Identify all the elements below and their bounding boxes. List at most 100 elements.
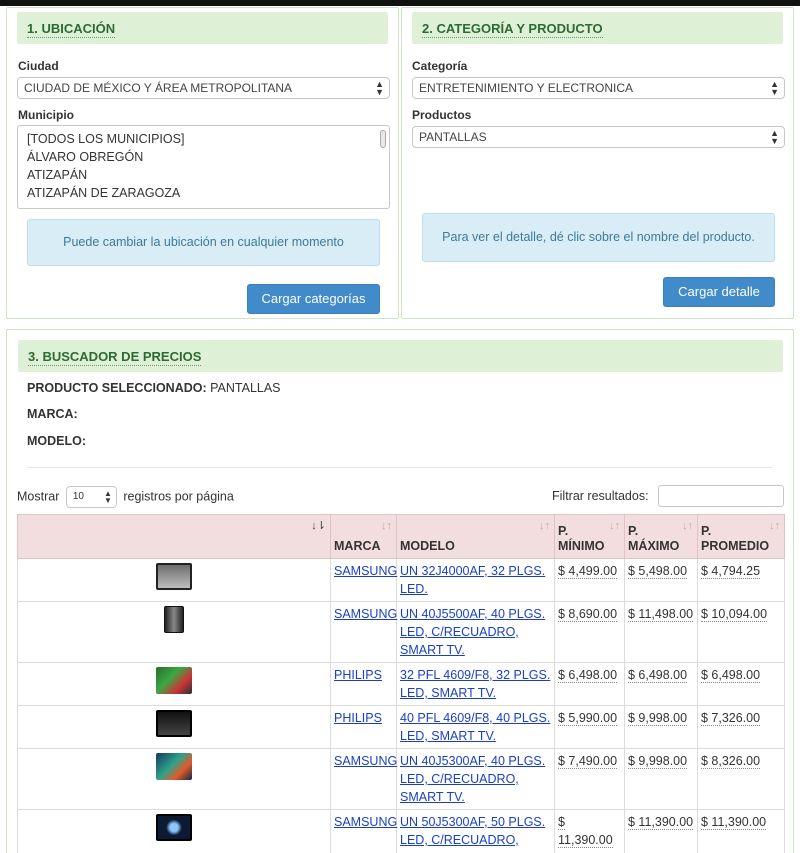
min-price: $ 4,499.00 — [558, 564, 618, 579]
select-arrows-icon: ▲ ▼ — [770, 79, 779, 97]
marca-link[interactable]: SAMSUNG — [334, 607, 397, 621]
column-header-prom[interactable]: ↓↑ P. PROMEDIO — [697, 514, 785, 559]
page-length-control: Mostrar 10 ▲ ▼ registros por página — [17, 486, 234, 508]
municipio-option[interactable]: ÁLVARO OBREGÓN — [18, 148, 389, 166]
sort-icon: ↓↑ — [609, 520, 620, 532]
marca-link[interactable]: SAMSUNG — [334, 754, 397, 768]
max-price-cell: $ 5,498.00 — [624, 558, 698, 602]
mostrar-label: Mostrar — [17, 489, 60, 504]
ciudad-label: Ciudad — [18, 59, 59, 73]
marca-link[interactable]: PHILIPS — [334, 711, 382, 725]
municipio-option[interactable]: ATIZAPÁN DE ZARAGOZA — [18, 184, 389, 202]
productos-label: Productos — [412, 108, 472, 122]
select-arrows-icon: ▲ ▼ — [103, 489, 112, 505]
ciudad-select[interactable]: CIUDAD DE MÉXICO Y ÁREA METROPOLITANA ▲ ▼ — [17, 77, 390, 99]
producto-seleccionado: PRODUCTO SELECCIONADO: PANTALLAS — [27, 381, 281, 395]
sort-asc-icon: ↓​⇂ — [311, 520, 326, 532]
max-price: $ 5,498.00 — [628, 564, 688, 579]
avg-price: $ 8,326.00 — [701, 754, 761, 769]
sort-icon: ↓↑ — [381, 520, 392, 532]
max-price-cell: $ 9,998.00 — [624, 705, 698, 749]
avg-price: $ 11,390.00 — [701, 815, 767, 830]
column-header-marca[interactable]: ↓↑ MARCA — [330, 514, 397, 559]
modelo-cell: UN 40J5300AF, 40 PLGS. LED, C/RECUADRO, … — [396, 748, 555, 810]
listbox-scrollbar[interactable] — [380, 130, 386, 148]
avg-price-cell: $ 10,094.00 — [697, 601, 785, 663]
productos-value: PANTALLAS — [419, 130, 487, 144]
cargar-categorias-button[interactable]: Cargar categorías — [247, 284, 380, 314]
column-header-image[interactable]: ↓​⇂ — [17, 514, 331, 559]
column-header-max[interactable]: ↓↑ P. MÁXIMO — [624, 514, 698, 559]
max-price: $ 9,998.00 — [628, 711, 688, 726]
table-row: SAMSUNG UN 40J5300AF, 40 PLGS. LED, C/REC… — [17, 748, 785, 810]
modelo-label: MODELO: — [27, 434, 87, 448]
avg-price: $ 7,326.00 — [701, 711, 761, 726]
categoria-header: 2. CATEGORÍA Y PRODUCTO — [412, 12, 783, 44]
page-size-value: 10 — [72, 491, 84, 502]
min-price-cell: $ 11,390.00 — [554, 809, 625, 853]
table-row: SAMSUNG UN 32J4000AF, 32 PLGS. LED. $ 4,49… — [17, 558, 785, 602]
max-price-cell: $ 9,998.00 — [624, 748, 698, 810]
filtrar-label: Filtrar resultados: — [552, 489, 649, 503]
municipio-option[interactable]: ATIZAPÁN — [18, 166, 389, 184]
product-thumbnail — [156, 753, 192, 780]
marca-link[interactable]: PHILIPS — [334, 668, 382, 682]
max-price-cell: $ 11,498.00 — [624, 601, 698, 663]
product-image-cell — [17, 809, 331, 853]
modelo-info: MODELO: — [27, 434, 86, 448]
min-price: $ 5,990.00 — [558, 711, 618, 726]
marca-link[interactable]: SAMSUNG — [334, 815, 397, 829]
categoria-select[interactable]: ENTRETENIMIENTO Y ELECTRONICA ▲ ▼ — [412, 77, 785, 99]
table-header-row: ↓​⇂ ↓↑ MARCA ↓↑ MODELO ↓↑ P. MÍNIMO ↓↑ P. MÁ… — [17, 514, 785, 559]
product-thumbnail — [164, 606, 184, 633]
avg-price-cell: $ 8,326.00 — [697, 748, 785, 810]
price-table: ↓​⇂ ↓↑ MARCA ↓↑ MODELO ↓↑ P. MÍNIMO ↓↑ P. MÁ… — [17, 514, 785, 853]
registros-label: registros por página — [123, 489, 234, 504]
modelo-cell: UN 50J5300AF, 50 PLGS. LED, C/RECUADRO, … — [396, 809, 555, 853]
marca-link[interactable]: SAMSUNG — [334, 564, 397, 578]
modelo-link[interactable]: UN 40J5300AF, 40 PLGS. LED, C/RECUADRO, … — [400, 754, 545, 804]
modelo-link[interactable]: 32 PFL 4609/F8, 32 PLGS. LED, SMART TV. — [400, 668, 550, 700]
product-image-cell — [17, 601, 331, 663]
ubicacion-title: 1. UBICACIÓN — [27, 21, 116, 38]
max-price-cell: $ 11,390.00 — [624, 809, 698, 853]
modelo-cell: 40 PFL 4609/F8, 40 PLGS. LED, SMART TV. — [396, 705, 555, 749]
min-price: $ 11,390.00 — [558, 815, 613, 848]
modelo-link[interactable]: UN 50J5300AF, 50 PLGS. LED, C/RECUADRO, … — [400, 815, 545, 853]
min-price-cell: $ 6,498.00 — [554, 662, 625, 706]
avg-price-cell: $ 4,794.25 — [697, 558, 785, 602]
page-size-select[interactable]: 10 ▲ ▼ — [65, 486, 117, 508]
sort-icon: ↓↑ — [769, 520, 780, 532]
marca-cell: SAMSUNG — [330, 809, 397, 853]
min-price: $ 8,690.00 — [558, 607, 618, 622]
filter-input[interactable] — [658, 485, 784, 507]
modelo-link[interactable]: UN 40J5500AF, 40 PLGS. LED, C/RECUADRO, … — [400, 607, 545, 657]
divider — [27, 467, 772, 468]
categoria-info-text: Para ver el detalle, dé clic sobre el no… — [442, 230, 755, 244]
cargar-detalle-button[interactable]: Cargar detalle — [663, 277, 775, 307]
marca-label: MARCA: — [27, 407, 78, 421]
product-image-cell — [17, 705, 331, 749]
select-arrows-icon: ▲ ▼ — [375, 79, 384, 97]
ubicacion-info-alert: Puede cambiar la ubicación en cualquier … — [27, 219, 380, 266]
avg-price: $ 6,498.00 — [701, 668, 761, 683]
modelo-link[interactable]: 40 PFL 4609/F8, 40 PLGS. LED, SMART TV. — [400, 711, 550, 743]
municipio-listbox[interactable]: [TODOS LOS MUNICIPIOS] ÁLVARO OBREGÓN AT… — [17, 125, 390, 209]
productos-select[interactable]: PANTALLAS ▲ ▼ — [412, 126, 785, 148]
categoria-label: Categoría — [412, 59, 468, 73]
column-header-modelo[interactable]: ↓↑ MODELO — [396, 514, 555, 559]
marca-cell: SAMSUNG — [330, 748, 397, 810]
max-price: $ 6,498.00 — [628, 668, 688, 683]
modelo-link[interactable]: UN 32J4000AF, 32 PLGS. LED. — [400, 564, 545, 596]
product-thumbnail — [156, 563, 192, 590]
max-price: $ 9,998.00 — [628, 754, 688, 769]
product-thumbnail — [156, 814, 192, 841]
municipio-option[interactable]: [TODOS LOS MUNICIPIOS] — [18, 130, 389, 148]
producto-label: PRODUCTO SELECCIONADO: — [27, 381, 207, 395]
table-row: SAMSUNG UN 50J5300AF, 50 PLGS. LED, C/REC… — [17, 809, 785, 853]
column-header-min[interactable]: ↓↑ P. MÍNIMO — [554, 514, 625, 559]
min-price: $ 7,490.00 — [558, 754, 618, 769]
marca-cell: PHILIPS — [330, 662, 397, 706]
categoria-info-alert: Para ver el detalle, dé clic sobre el no… — [422, 213, 775, 262]
ubicacion-info-text: Puede cambiar la ubicación en cualquier … — [63, 235, 344, 249]
